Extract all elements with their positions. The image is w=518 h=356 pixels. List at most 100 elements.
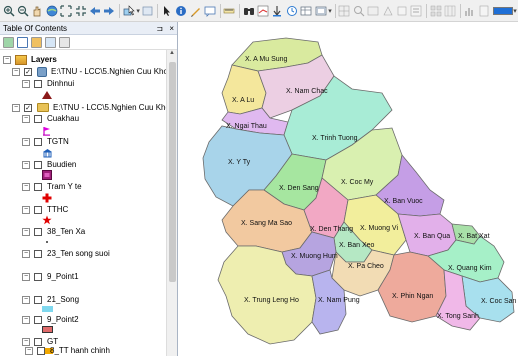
collapse-icon[interactable]: −	[12, 67, 20, 76]
tree-item-group-1[interactable]: − ✓ E:\TNU - LCC\5.Nghien Cuu Khoa H	[12, 66, 166, 77]
collapse-icon[interactable]: −	[22, 227, 30, 236]
region-label: X. Bat Xat	[458, 233, 490, 240]
pin-icon[interactable]: ⊐	[156, 24, 163, 33]
layer-8-tt-hanh-chinh[interactable]: − 8_TT hanh chinh	[25, 345, 110, 356]
layer-label: Tram Y te	[47, 182, 82, 191]
layer-label: 8_TT hanh chinh	[50, 346, 110, 355]
collapse-icon[interactable]: −	[22, 114, 30, 123]
group-path-label: E:\TNU - LCC\5.Nghien Cuu Khoa H	[51, 67, 166, 76]
layer-checkbox[interactable]	[37, 346, 45, 355]
collapse-icon[interactable]: −	[3, 55, 11, 64]
layer-21-song[interactable]: − 21_Song	[22, 294, 79, 305]
collapse-icon[interactable]: −	[22, 205, 30, 214]
hyperlink-icon[interactable]	[203, 3, 216, 19]
tree-item-layers[interactable]: − Layers	[3, 54, 57, 65]
region-label: X. A Mu Sung	[245, 56, 288, 63]
collapse-icon[interactable]: −	[22, 160, 30, 169]
options-icon[interactable]	[59, 36, 70, 48]
table-icon[interactable]	[300, 3, 313, 19]
layer-checkbox[interactable]	[34, 160, 42, 169]
layer-checkbox[interactable]	[34, 137, 42, 146]
region-label: X. Muong Hum	[291, 253, 338, 260]
layer-checkbox[interactable]	[34, 114, 42, 123]
layer-checkbox[interactable]	[34, 205, 42, 214]
list-by-visibility-icon[interactable]	[31, 36, 42, 48]
shape-icon	[381, 3, 394, 19]
layer-dinhnui[interactable]: − Dinhnui	[22, 78, 74, 89]
forward-icon[interactable]	[103, 3, 116, 19]
fixed-zoom-out-icon[interactable]	[74, 3, 87, 19]
snapping-icon	[352, 3, 365, 19]
fill-color-icon[interactable]	[493, 6, 514, 15]
collapse-icon[interactable]: −	[22, 182, 30, 191]
layer-checkbox[interactable]	[34, 295, 42, 304]
toolbar-separator	[119, 3, 121, 18]
collapse-icon[interactable]: −	[22, 272, 30, 281]
time-slider-icon[interactable]	[271, 3, 284, 19]
star-symbol-icon	[42, 215, 52, 225]
dropdown-arrow-icon[interactable]: ▾	[513, 7, 517, 15]
layer-23-ten-song-suoi[interactable]: − 23_Ten song suoi	[22, 248, 110, 259]
collapse-icon[interactable]: −	[12, 103, 20, 112]
layer-tthc[interactable]: − TTHC	[22, 204, 68, 215]
layer-checkbox[interactable]	[34, 272, 42, 281]
dropdown-arrow-icon[interactable]: ▾	[136, 7, 140, 15]
flag-symbol-icon	[43, 127, 50, 136]
toc-toolbar	[0, 35, 177, 50]
layer-9-point2[interactable]: − 9_Point2	[22, 314, 79, 325]
scrollbar-thumb[interactable]	[169, 62, 176, 282]
time-window-icon[interactable]	[285, 3, 298, 19]
layer-label: Dinhnui	[47, 79, 75, 88]
measure-icon[interactable]	[223, 3, 236, 19]
region-label: X. Den Thang	[310, 226, 353, 233]
grid-layout-icon	[429, 3, 442, 19]
close-icon[interactable]: ×	[169, 24, 174, 33]
toc-scrollbar[interactable]: ▲	[166, 50, 177, 356]
layer-tram-y-te[interactable]: − Tram Y te	[22, 181, 82, 192]
zoom-in-icon[interactable]	[2, 3, 15, 19]
find-icon[interactable]	[242, 3, 255, 19]
map-view[interactable]: X. A Mu Sung X. A Lu X. Nam Chac X. Ngai…	[179, 22, 518, 356]
fixed-zoom-in-icon[interactable]	[60, 3, 73, 19]
select-features-icon[interactable]	[122, 3, 135, 19]
layer-checkbox[interactable]	[34, 227, 42, 236]
collapse-icon[interactable]: −	[25, 346, 33, 355]
zoom-out-icon[interactable]	[16, 3, 29, 19]
clear-selection-icon[interactable]	[141, 3, 154, 19]
layer-checkbox[interactable]	[34, 249, 42, 258]
toolbar-separator	[157, 3, 159, 18]
scroll-up-icon[interactable]: ▲	[167, 50, 177, 60]
tree-item-group-2[interactable]: − ✓ E:\TNU - LCC\5.Nghien Cuu Khoa H	[12, 102, 166, 113]
layer-checkbox[interactable]	[34, 79, 42, 88]
collapse-icon[interactable]: −	[22, 137, 30, 146]
layer-38-ten-xa[interactable]: − 38_Ten Xa	[22, 226, 85, 237]
dropdown-arrow-icon[interactable]: ▾	[328, 7, 332, 15]
list-by-drawing-order-icon[interactable]	[3, 36, 14, 48]
layer-cuakhau[interactable]: − Cuakhau	[22, 113, 79, 124]
collapse-icon[interactable]: −	[22, 315, 30, 324]
collapse-icon[interactable]: −	[22, 295, 30, 304]
layer-label: 38_Ten Xa	[47, 227, 86, 236]
collapse-icon[interactable]: −	[22, 79, 30, 88]
full-extent-icon[interactable]	[45, 3, 58, 19]
pan-icon[interactable]	[31, 3, 44, 19]
goto-xy-icon[interactable]	[256, 3, 269, 19]
layer-buudien[interactable]: − Buudien	[22, 159, 76, 170]
layer-9-point1[interactable]: − 9_Point1	[22, 271, 79, 282]
list-by-selection-icon[interactable]	[45, 36, 56, 48]
region-label: X. Trinh Tuong	[312, 135, 358, 142]
group-checkbox[interactable]: ✓	[24, 103, 32, 112]
layer-checkbox[interactable]	[34, 315, 42, 324]
layers-label: Layers	[31, 55, 57, 64]
list-by-source-icon[interactable]	[17, 36, 28, 48]
district-map[interactable]: X. A Mu Sung X. A Lu X. Nam Chac X. Ngai…	[179, 22, 518, 356]
collapse-icon[interactable]: −	[22, 249, 30, 258]
select-elements-icon[interactable]	[160, 3, 173, 19]
layer-checkbox[interactable]	[34, 182, 42, 191]
back-icon[interactable]	[88, 3, 101, 19]
editor-icon[interactable]	[314, 3, 327, 19]
group-checkbox[interactable]: ✓	[24, 67, 32, 76]
html-popup-icon[interactable]	[189, 3, 202, 19]
layer-tgtn[interactable]: − TGTN	[22, 136, 69, 147]
identify-icon[interactable]	[175, 3, 188, 19]
